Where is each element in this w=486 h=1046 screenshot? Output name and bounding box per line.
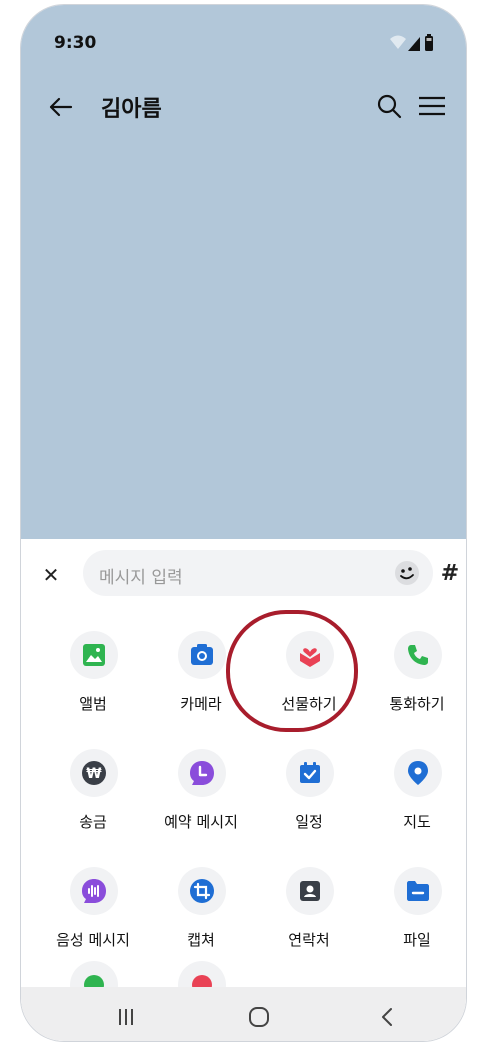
contact-icon [300,881,320,901]
feature-contact-label: 연락처 [288,931,330,949]
feature-file-label: 파일 [403,931,431,949]
map-pin-icon [408,761,428,785]
message-input-placeholder: 메시지 입력 [99,568,183,588]
phone-icon [408,645,428,665]
feature-voice-message[interactable]: 음성 메시지 [43,867,143,967]
feature-scheduled-message[interactable]: 예약 메시지 [151,749,251,849]
chat-header: 김아름 [21,85,466,133]
feature-album[interactable]: 앨범 [43,631,143,731]
hamburger-menu-icon[interactable] [416,91,448,121]
hashtag-button[interactable]: # [427,550,466,596]
feature-scheduled-message-label: 예약 메시지 [164,813,238,831]
home-icon[interactable] [244,1005,274,1029]
calendar-icon [300,762,320,783]
feature-album-label: 앨범 [79,695,107,713]
status-time: 9:30 [54,33,97,53]
composer-row: ✕ 메시지 입력 # [21,547,466,599]
phone-frame: 9:30 김아름 ✕ 메시지 입력 # 앨범 카메라 선물하기 통화하기 ₩ 송… [20,4,467,1042]
signal-battery-icon [390,34,433,51]
recent-apps-icon[interactable] [111,1005,141,1029]
feature-file[interactable]: 파일 [367,867,466,967]
camera-icon [191,644,213,665]
album-icon [83,644,105,666]
emoticon-icon[interactable] [393,559,421,587]
feature-map-label: 지도 [403,813,431,831]
close-button[interactable]: ✕ [37,561,65,589]
feature-map[interactable]: 지도 [367,749,466,849]
system-navigation-bar [21,987,466,1041]
feature-call-label: 통화하기 [389,695,445,713]
schedule-message-icon [190,761,214,785]
feature-capture-label: 캡쳐 [187,931,215,949]
feature-calendar-label: 일정 [295,813,323,831]
chat-title: 김아름 [101,97,162,122]
back-arrow-icon[interactable] [43,89,79,125]
feature-transfer[interactable]: ₩ 송금 [43,749,143,849]
feature-call[interactable]: 통화하기 [367,631,466,731]
search-icon[interactable] [374,91,404,121]
feature-voice-message-label: 음성 메시지 [56,931,130,949]
won-icon: ₩ [82,761,106,785]
status-bar: 9:30 [21,5,466,75]
voice-message-icon [82,879,106,903]
feature-calendar[interactable]: 일정 [259,749,359,849]
svg-text:₩: ₩ [86,766,102,782]
file-icon [407,881,429,901]
message-input[interactable]: 메시지 입력 # [83,550,459,596]
feature-transfer-label: 송금 [79,813,107,831]
capture-icon [190,879,214,903]
feature-capture[interactable]: 캡쳐 [151,867,251,967]
highlight-ring [226,610,358,732]
feature-contact[interactable]: 연락처 [259,867,359,967]
back-icon[interactable] [373,1005,403,1029]
